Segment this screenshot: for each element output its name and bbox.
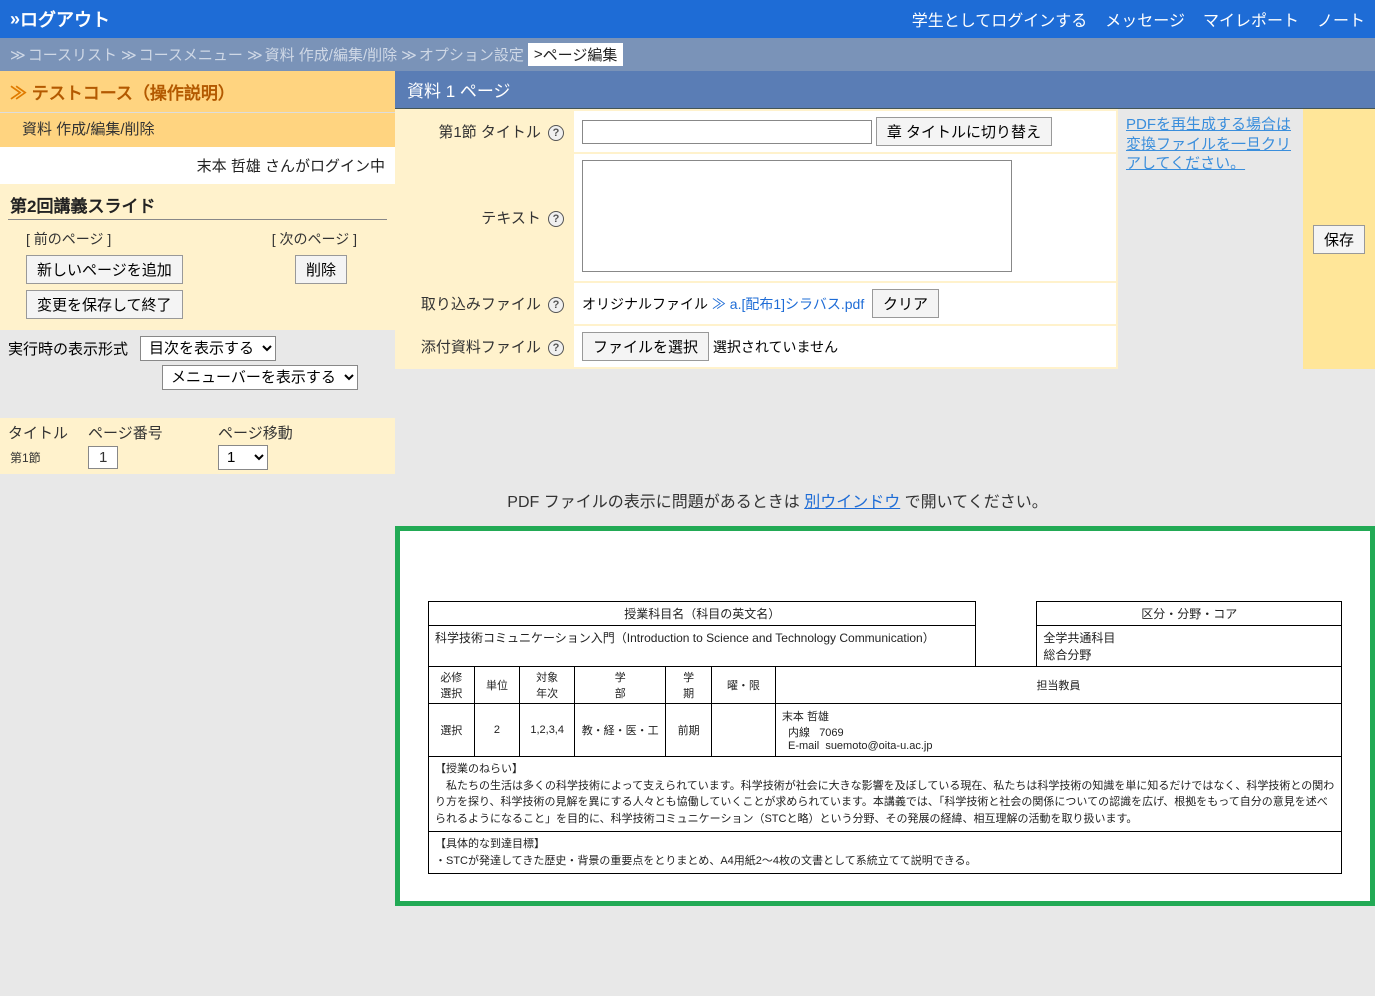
help-icon[interactable]: ? (548, 125, 564, 141)
section-title-input[interactable] (582, 120, 872, 144)
save-button[interactable]: 保存 (1313, 225, 1365, 254)
myreport-link[interactable]: マイレポート (1203, 7, 1299, 31)
next-page-link[interactable]: [ 次のページ ] (272, 229, 357, 249)
crumb-coursemenu[interactable]: ≫コースメニュー (121, 44, 243, 65)
pdf-regen-note: PDFを再生成する場合は変換ファイルを一旦クリアしてください。 (1118, 109, 1303, 369)
form-table: 第1節 タイトル ? 章 タイトルに切り替え テキスト ? (395, 109, 1118, 369)
title-header: タイトル (8, 422, 88, 443)
notes-link[interactable]: ノート (1317, 7, 1365, 31)
pagemove-header: ページ移動 (218, 422, 293, 443)
no-file-text: 選択されていません (713, 339, 838, 355)
section-title-label: 第1節 タイトル (438, 124, 541, 141)
pdf-page: 授業科目名（科目の英文名） 科学技術コミュニケーション入門（Introducti… (400, 531, 1370, 884)
chevron-icon: » (10, 9, 16, 30)
student-login-link[interactable]: 学生としてログインする (912, 7, 1088, 31)
page-number-box[interactable]: 1 (88, 446, 118, 469)
section-title-value: 第1節 (8, 451, 41, 465)
attach-file-label: 添付資料ファイル (421, 339, 541, 356)
delete-page-button[interactable]: 削除 (295, 255, 347, 284)
import-file-label: 取り込みファイル (421, 296, 541, 313)
runtime-display-label: 実行時の表示形式 (8, 338, 128, 359)
toc-select[interactable]: 目次を表示する (140, 336, 276, 361)
help-icon[interactable]: ? (548, 340, 564, 356)
content-area: 資料 1 ページ 第1節 タイトル ? 章 タイトルに切り替え テキスト (395, 71, 1375, 369)
slide-title: 第2回講義スライド (8, 188, 387, 220)
text-input[interactable] (582, 160, 1012, 272)
course-title: ≫ テストコース（操作説明） (0, 71, 395, 113)
crumb-page-edit: > ページ編集 (528, 43, 623, 66)
breadcrumb: ≫コースリスト ≫コースメニュー ≫資料 作成/編集/削除 ≫オプション設定 >… (0, 38, 1375, 71)
clear-button[interactable]: クリア (872, 289, 939, 318)
chapter-switch-button[interactable]: 章 タイトルに切り替え (876, 117, 1052, 146)
new-window-link[interactable]: 別ウインドウ (804, 494, 900, 511)
content-header: 資料 1 ページ (395, 71, 1375, 109)
messages-link[interactable]: メッセージ (1105, 7, 1185, 31)
prev-page-link[interactable]: [ 前のページ ] (26, 229, 111, 249)
logout-link[interactable]: ログアウト (20, 6, 110, 32)
page-move-select[interactable]: 1 (218, 445, 268, 470)
help-icon[interactable]: ? (548, 211, 564, 227)
user-status: 末本 哲雄 さんがログイン中 (0, 147, 395, 184)
top-bar: » ログアウト 学生としてログインする メッセージ マイレポート ノート (0, 0, 1375, 38)
course-subtitle: 資料 作成/編集/削除 (0, 113, 395, 147)
text-label: テキスト (481, 210, 541, 227)
crumb-material[interactable]: ≫資料 作成/編集/削除 (247, 44, 397, 65)
file-link[interactable]: ≫ a.[配布1]シラバス.pdf (712, 296, 864, 312)
pagenum-header: ページ番号 (88, 422, 218, 443)
crumb-options[interactable]: ≫オプション設定 (401, 44, 524, 65)
add-page-button[interactable]: 新しいページを追加 (26, 255, 183, 284)
pdf-viewer[interactable]: 授業科目名（科目の英文名） 科学技術コミュニケーション入門（Introducti… (395, 526, 1375, 906)
menubar-select[interactable]: メニューバーを表示する (162, 365, 358, 390)
pdf-display-note: PDF ファイルの表示に問題があるときは 別ウインドウ で開いてください。 (0, 474, 1375, 526)
save-exit-button[interactable]: 変更を保存して終了 (26, 290, 183, 319)
choose-file-button[interactable]: ファイルを選択 (582, 332, 709, 361)
sidebar: ≫ テストコース（操作説明） 資料 作成/編集/削除 末本 哲雄 さんがログイン… (0, 71, 395, 474)
original-file-label: オリジナルファイル (582, 296, 708, 312)
crumb-courselist[interactable]: ≫コースリスト (10, 44, 117, 65)
help-icon[interactable]: ? (548, 297, 564, 313)
